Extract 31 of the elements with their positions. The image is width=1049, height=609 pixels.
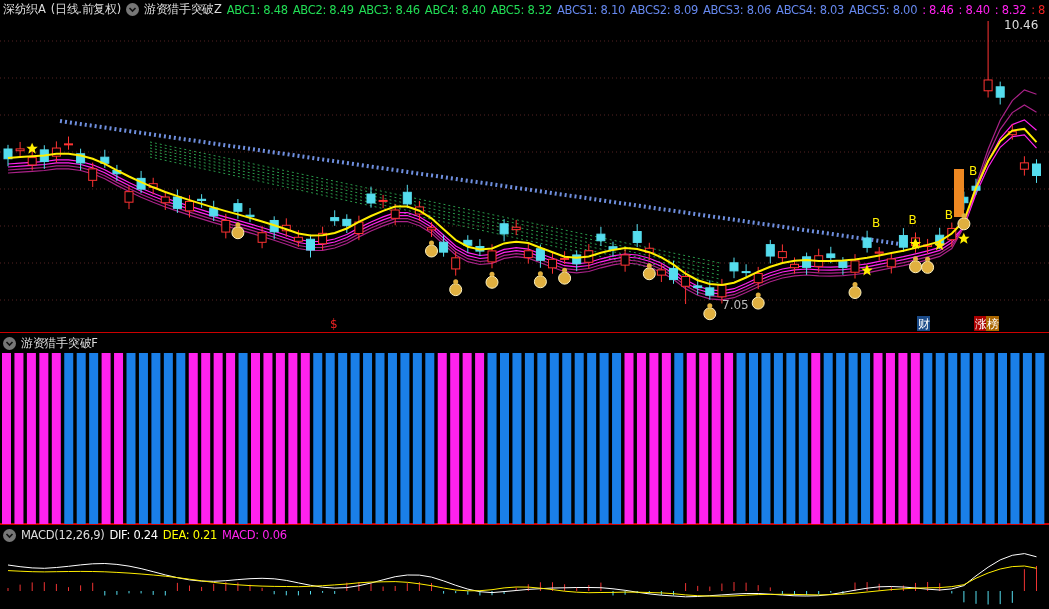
indicator-value: MACD: 0.06 — [222, 528, 287, 542]
indicator-value: ABCS4: 8.03 — [776, 2, 845, 17]
indicator-value: ABCS3: 8.06 — [703, 2, 772, 17]
buy-signal: B — [944, 207, 953, 222]
buy-signal: B — [968, 163, 978, 178]
event-badge[interactable]: 财 — [917, 316, 930, 331]
buy-signal: B — [872, 215, 881, 230]
indicator-value: ABCS5: 8.00 — [849, 2, 918, 17]
event-mark[interactable]: $ — [330, 317, 338, 331]
indicator-value: : 8.32 — [994, 2, 1027, 17]
chart-period: (日线.前复权) — [50, 2, 121, 17]
indicator-value: : 8 — [1031, 2, 1046, 17]
indicator-value: ABC1: 8.48 — [226, 2, 288, 17]
indicator-value: ABC3: 8.46 — [358, 2, 420, 17]
indicator-name: 游资猎手突破F — [21, 335, 98, 351]
high-price-label: 10.46 — [1004, 19, 1039, 32]
buy-signal: B — [908, 213, 917, 228]
indicator-name: 游资猎手突破Z — [143, 2, 222, 17]
indicator-value: DIF: 0.24 — [109, 528, 158, 542]
indicator-value: ABC4: 8.40 — [424, 2, 486, 17]
indicator-value: ABCS2: 8.09 — [629, 2, 698, 17]
indicator-value: ABCS1: 8.10 — [556, 2, 625, 17]
indicator-value: : 8.40 — [958, 2, 990, 17]
indicator-name: MACD(12,26,9) — [21, 528, 105, 542]
indicator-value: ABC2: 8.49 — [292, 2, 354, 17]
indicator-value: DEA: 0.21 — [162, 528, 218, 542]
low-price-label: 7.05 — [722, 298, 749, 313]
stock-name: 深纺织A — [3, 2, 46, 17]
event-badge[interactable]: 榜 — [986, 316, 999, 331]
indicator-value: : 8.46 — [922, 2, 954, 17]
indicator-value: ABC5: 8.32 — [490, 2, 552, 17]
